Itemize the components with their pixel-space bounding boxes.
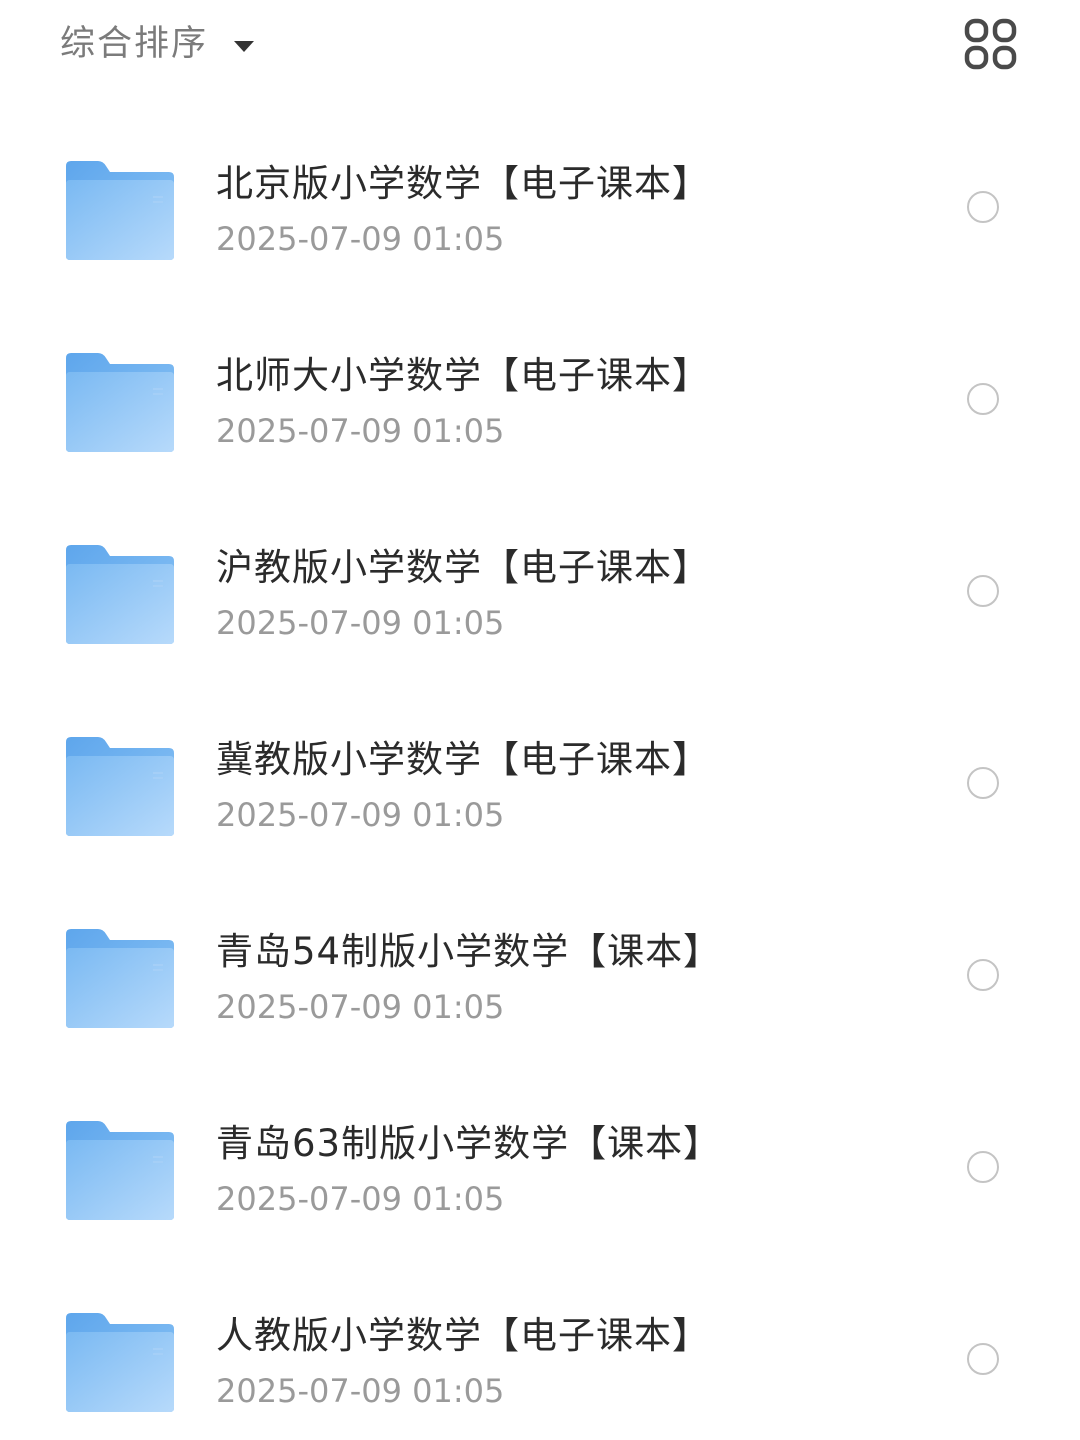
- folder-icon: [66, 737, 174, 836]
- file-row[interactable]: 青岛63制版小学数学【课本】 2025-07-09 01:05: [0, 1073, 1080, 1265]
- caret-down-icon: [234, 40, 255, 52]
- file-date: 2025-07-09 01:05: [216, 412, 505, 450]
- select-radio[interactable]: [967, 767, 999, 799]
- file-name: 北京版小学数学【电子课本】: [216, 162, 710, 205]
- file-date: 2025-07-09 01:05: [216, 1180, 505, 1218]
- select-radio[interactable]: [967, 1151, 999, 1183]
- file-name: 青岛63制版小学数学【课本】: [216, 1122, 722, 1165]
- file-name: 冀教版小学数学【电子课本】: [216, 738, 710, 781]
- grid-view-icon: [964, 18, 1017, 70]
- file-date: 2025-07-09 01:05: [216, 988, 505, 1026]
- file-date: 2025-07-09 01:05: [216, 604, 505, 642]
- file-date: 2025-07-09 01:05: [216, 796, 505, 834]
- file-name: 人教版小学数学【电子课本】: [216, 1314, 710, 1357]
- select-radio[interactable]: [967, 383, 999, 415]
- file-row[interactable]: 北京版小学数学【电子课本】 2025-07-09 01:05: [0, 113, 1080, 305]
- file-list-screen: 综合排序 北京版小学数学【电子课本】 2025-07-09 01:05 北师大小…: [0, 0, 1080, 1440]
- select-radio[interactable]: [967, 575, 999, 607]
- select-radio[interactable]: [967, 959, 999, 991]
- sort-label: 综合排序: [60, 24, 209, 64]
- file-name: 青岛54制版小学数学【课本】: [216, 930, 722, 973]
- sort-dropdown[interactable]: 综合排序: [60, 18, 255, 70]
- file-list: 北京版小学数学【电子课本】 2025-07-09 01:05 北师大小学数学【电…: [0, 113, 1080, 1440]
- folder-icon: [66, 1313, 174, 1412]
- file-row[interactable]: 青岛54制版小学数学【课本】 2025-07-09 01:05: [0, 881, 1080, 1073]
- file-row[interactable]: 沪教版小学数学【电子课本】 2025-07-09 01:05: [0, 497, 1080, 689]
- file-name: 北师大小学数学【电子课本】: [216, 354, 710, 397]
- folder-icon: [66, 929, 174, 1028]
- file-name: 沪教版小学数学【电子课本】: [216, 546, 710, 589]
- folder-icon: [66, 161, 174, 260]
- folder-icon: [66, 353, 174, 452]
- select-radio[interactable]: [967, 1343, 999, 1375]
- file-date: 2025-07-09 01:05: [216, 1372, 505, 1410]
- folder-icon: [66, 545, 174, 644]
- toolbar: 综合排序: [0, 0, 1080, 90]
- folder-icon: [66, 1121, 174, 1220]
- grid-view-toggle-button[interactable]: [962, 18, 1020, 72]
- file-row[interactable]: 冀教版小学数学【电子课本】 2025-07-09 01:05: [0, 689, 1080, 881]
- file-row[interactable]: 北师大小学数学【电子课本】 2025-07-09 01:05: [0, 305, 1080, 497]
- select-radio[interactable]: [967, 191, 999, 223]
- file-row[interactable]: 人教版小学数学【电子课本】 2025-07-09 01:05: [0, 1265, 1080, 1440]
- file-date: 2025-07-09 01:05: [216, 220, 505, 258]
